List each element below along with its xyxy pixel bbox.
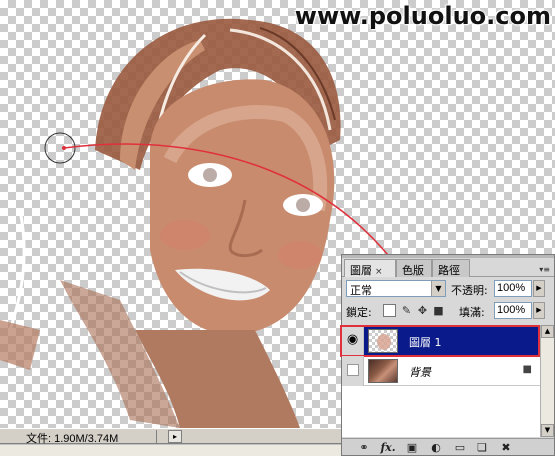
tab-paths[interactable]: 路徑: [432, 259, 470, 277]
panel-bottom-toolbar: ⚭ fx. ▣ ◐ ▭ ❏ ✖: [342, 438, 554, 455]
layer-thumbnail: [368, 359, 398, 383]
lock-pixels-icon[interactable]: ✎: [400, 304, 413, 317]
lock-position-icon[interactable]: ✥: [416, 304, 429, 317]
tab-layers-label: 圖層: [350, 264, 372, 277]
layer-name[interactable]: 背景: [409, 364, 431, 380]
status-divider: [156, 430, 157, 443]
watermark-text: www.poluoluo.com: [294, 2, 551, 30]
tab-paths-label: 路徑: [438, 264, 460, 277]
opacity-dropdown-icon[interactable]: ▶: [533, 280, 545, 297]
lock-all-icon[interactable]: ■: [432, 304, 445, 317]
trash-icon[interactable]: ✖: [498, 441, 514, 454]
status-bar: 文件: 1.90M/3.74M ▸: [0, 428, 345, 445]
horizontal-scrollbar[interactable]: [0, 444, 345, 456]
lock-label: 鎖定:: [346, 306, 372, 319]
opacity-label: 不透明:: [451, 284, 488, 297]
layer-name[interactable]: 圖層 1: [409, 334, 442, 350]
panel-titlebar[interactable]: [342, 255, 554, 258]
add-mask-icon[interactable]: ▣: [404, 441, 420, 454]
blend-mode-value: 正常: [350, 284, 372, 297]
tab-channels-label: 色版: [402, 264, 424, 277]
lock-row: 鎖定: ✎ ✥ ■ 填滿: 100% ▶: [342, 301, 554, 321]
scroll-up-icon[interactable]: ▲: [541, 325, 554, 338]
lock-icon: ■: [522, 364, 532, 375]
new-group-icon[interactable]: ▭: [452, 441, 468, 454]
visibility-toggle[interactable]: [342, 356, 364, 386]
adjustment-layer-icon[interactable]: ◐: [428, 441, 444, 454]
fill-field[interactable]: 100%: [494, 302, 532, 319]
fill-dropdown-icon[interactable]: ▶: [533, 302, 545, 319]
scroll-down-icon[interactable]: ▼: [541, 424, 554, 437]
layers-scrollbar[interactable]: ▲ ▼: [540, 325, 554, 437]
new-layer-icon[interactable]: ❏: [474, 441, 490, 454]
chevron-down-icon[interactable]: ▼: [431, 281, 445, 296]
layer-row-selection[interactable]: 圖層 1: [364, 326, 540, 356]
panel-menu-icon[interactable]: ▾≡: [539, 265, 550, 274]
fill-label: 填滿:: [459, 306, 485, 319]
layer-row-layer1[interactable]: ◉ 圖層 1: [340, 325, 540, 357]
link-layers-icon[interactable]: ⚭: [356, 441, 372, 454]
tab-channels[interactable]: 色版: [396, 259, 432, 277]
layer-row-background[interactable]: 背景 ■: [342, 356, 540, 386]
opacity-field[interactable]: 100%: [494, 280, 532, 297]
blend-mode-select[interactable]: 正常 ▼: [346, 280, 446, 297]
eye-icon[interactable]: ◉: [342, 326, 364, 356]
fx-icon[interactable]: fx.: [380, 441, 396, 454]
layer-thumbnail: [368, 329, 398, 353]
panel-tabs: 圖層 × 色版 路徑 ▾≡: [342, 259, 554, 277]
status-menu-arrow-icon[interactable]: ▸: [168, 430, 182, 443]
layer-row-selection[interactable]: 背景 ■: [364, 356, 540, 386]
tab-layers[interactable]: 圖層 ×: [344, 259, 396, 277]
close-icon[interactable]: ×: [375, 267, 383, 277]
layer-list: ◉ 圖層 1 背景 ■: [340, 325, 540, 437]
layers-panel: 圖層 × 色版 路徑 ▾≡ 正常 ▼ 不透明: 100% ▶ 鎖定: ✎ ✥ ■ …: [340, 254, 555, 456]
lock-transparency-icon[interactable]: [383, 304, 396, 317]
